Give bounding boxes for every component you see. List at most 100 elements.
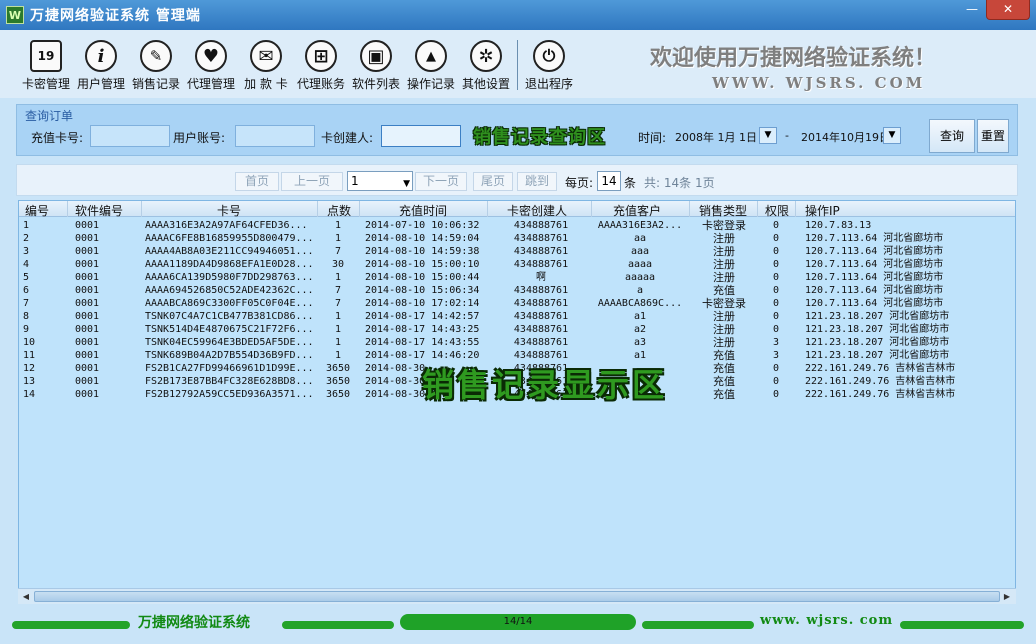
page-select[interactable]: 1 ▼ xyxy=(347,171,413,191)
column-header-recharge-time[interactable]: 充值时间 xyxy=(399,202,447,219)
toolbar-sales-records[interactable]: ✎ 销售记录 xyxy=(129,40,183,92)
reset-button[interactable]: 重置 xyxy=(977,119,1009,153)
first-page-button[interactable]: 首页 xyxy=(235,172,279,191)
column-header-permission[interactable]: 权限 xyxy=(765,202,789,219)
toolbar-exit-program[interactable]: ⏻ 退出程序 xyxy=(522,40,576,92)
table-cell: 120.7.113.64 河北省廊坊市 xyxy=(805,298,944,309)
toolbar-agent-management[interactable]: ♥ 代理管理 xyxy=(184,40,238,92)
scrollbar-thumb[interactable] xyxy=(34,591,1000,602)
toolbar-label: 卡密管理 xyxy=(21,77,70,91)
table-cell: AAAABCA869C3300FF05C0F04E... xyxy=(145,298,314,309)
date-to-dropdown-icon[interactable]: ▼ xyxy=(883,127,901,144)
column-header-software-id[interactable]: 软件编号 xyxy=(75,202,123,219)
close-button[interactable]: ✕ xyxy=(986,0,1030,20)
table-cell: 0001 xyxy=(75,350,100,361)
table-row[interactable]: 8 0001 TSNK07C4A7C1CB477B381CD86... 1 2014-0… xyxy=(19,310,1015,323)
table-cell: FS2B1CA27FD99466961D1D99E... xyxy=(145,363,314,374)
table-cell: 3 xyxy=(772,350,780,361)
scroll-right-icon[interactable]: ▶ xyxy=(1000,590,1014,604)
column-separator xyxy=(487,201,488,217)
table-row[interactable]: 5 0001 AAAA6CA139D5980F7DD298763... 1 2014-0… xyxy=(19,271,1015,284)
table-cell: 2014-08-17 14:43:55 xyxy=(365,337,480,348)
minimize-button[interactable]: — xyxy=(958,0,986,20)
last-page-button[interactable]: 尾页 xyxy=(473,172,513,191)
table-cell: a3 xyxy=(633,337,647,348)
status-app-name: 万捷网络验证系统 xyxy=(138,615,250,631)
table-cell: 2014-08-10 17:02:14 xyxy=(365,298,480,309)
table-row[interactable]: 10 0001 TSNK04EC59964E3BDED5AF5DE... 1 2014-… xyxy=(19,336,1015,349)
table-cell: a xyxy=(636,285,644,296)
table-cell: 卡密登录 xyxy=(702,297,746,310)
table-cell: AAAAC6FE8B16859955D800479... xyxy=(145,233,314,244)
table-cell: 充值 xyxy=(713,362,735,375)
toolbar-other-settings[interactable]: ✲ 其他设置 xyxy=(459,40,513,92)
table-cell: 10 xyxy=(23,337,36,348)
table-row[interactable]: 2 0001 AAAAC6FE8B16859955D800479... 1 2014-0… xyxy=(19,232,1015,245)
status-decoration xyxy=(12,621,130,629)
window-title: 万捷网络验证系统 管理端 xyxy=(30,8,201,24)
date-from-dropdown-icon[interactable]: ▼ xyxy=(759,127,777,144)
toolbar-operation-log[interactable]: ▲ 操作记录 xyxy=(404,40,458,92)
status-decoration xyxy=(642,621,754,629)
toolbar-agent-accounts[interactable]: ⊞ 代理账务 xyxy=(294,40,348,92)
column-header-customer[interactable]: 充值客户 xyxy=(613,202,661,219)
next-page-button[interactable]: 下一页 xyxy=(415,172,467,191)
table-cell: 0 xyxy=(772,272,780,283)
toolbar-card-management[interactable]: 19 卡密管理 xyxy=(19,40,73,92)
toolbar-software-list[interactable]: ▣ 软件列表 xyxy=(349,40,403,92)
date-range-separator: - xyxy=(785,129,789,142)
column-separator xyxy=(591,201,592,217)
table-cell: 注册 xyxy=(713,258,735,271)
column-header-points[interactable]: 点数 xyxy=(327,202,351,219)
column-header-card-number[interactable]: 卡号 xyxy=(217,202,241,219)
table-cell: 8 xyxy=(23,311,30,322)
table-cell: 0001 xyxy=(75,337,100,348)
table-row[interactable]: 6 0001 AAAA694526850C52ADE42362C... 7 2014-0… xyxy=(19,284,1015,297)
table-row[interactable]: 7 0001 AAAABCA869C3300FF05C0F04E... 7 2014-0… xyxy=(19,297,1015,310)
table-cell: 0001 xyxy=(75,324,100,335)
table-row[interactable]: 9 0001 TSNK514D4E4870675C21F72F6... 1 2014-0… xyxy=(19,323,1015,336)
table-cell: 0001 xyxy=(75,259,100,270)
table-cell: 7 xyxy=(23,298,30,309)
prev-page-button[interactable]: 上一页 xyxy=(281,172,343,191)
card-creator-label: 卡创建人: xyxy=(321,131,374,145)
table-cell: 14 xyxy=(23,389,36,400)
toolbar-label: 加 款 卡 xyxy=(244,77,288,91)
table-cell: 0001 xyxy=(75,272,100,283)
table-cell: 11 xyxy=(23,350,36,361)
column-header-id[interactable]: 编号 xyxy=(25,202,49,219)
horizontal-scrollbar[interactable]: ◀ ▶ xyxy=(18,588,1016,604)
column-separator xyxy=(689,201,690,217)
table-cell: 注册 xyxy=(713,271,735,284)
scroll-left-icon[interactable]: ◀ xyxy=(19,590,33,604)
table-row[interactable]: 1 0001 AAAA316E3A2A97AF64CFED36... 1 2014-07… xyxy=(19,219,1015,232)
app-logo-icon: W xyxy=(6,6,24,24)
table-cell: 卡密登录 xyxy=(702,219,746,232)
toolbar-add-funds-card[interactable]: ✉ 加 款 卡 xyxy=(239,40,293,92)
per-page-input[interactable]: 14 xyxy=(597,171,621,191)
table-cell: AAAA316E3A2A97AF64CFED36... xyxy=(145,220,308,231)
user-account-input[interactable] xyxy=(235,125,315,147)
card-number-input[interactable] xyxy=(90,125,170,147)
table-cell: 1 xyxy=(334,350,342,361)
table-row[interactable]: 4 0001 AAAA1189DA4D9868EFA1E0D28... 30 2014-… xyxy=(19,258,1015,271)
column-separator xyxy=(757,201,758,217)
column-header-sale-type[interactable]: 销售类型 xyxy=(699,202,747,219)
date-to-picker[interactable]: 2014年10月19日 xyxy=(801,129,890,145)
card-creator-input[interactable] xyxy=(381,125,461,147)
display-area-annotation: 销售记录显示区 xyxy=(422,366,668,404)
info-icon: i xyxy=(85,40,117,72)
table-cell: 4 xyxy=(23,259,30,270)
jump-button[interactable]: 跳到 xyxy=(517,172,557,191)
column-header-operation-ip[interactable]: 操作IP xyxy=(805,202,840,219)
table-cell: 120.7.113.64 河北省廊坊市 xyxy=(805,233,944,244)
power-icon: ⏻ xyxy=(533,40,565,72)
table-cell: 0 xyxy=(772,259,780,270)
search-button[interactable]: 查询 xyxy=(929,119,975,153)
table-cell: a1 xyxy=(633,311,647,322)
table-cell: 2014-08-10 15:00:10 xyxy=(365,259,480,270)
table-row[interactable]: 3 0001 AAAA4AB8A03E211CC94946051... 7 2014-0… xyxy=(19,245,1015,258)
column-header-card-creator[interactable]: 卡密创建人 xyxy=(507,202,567,219)
date-from-picker[interactable]: 2008年 1月 1日 xyxy=(675,129,757,145)
toolbar-user-management[interactable]: i 用户管理 xyxy=(74,40,128,92)
